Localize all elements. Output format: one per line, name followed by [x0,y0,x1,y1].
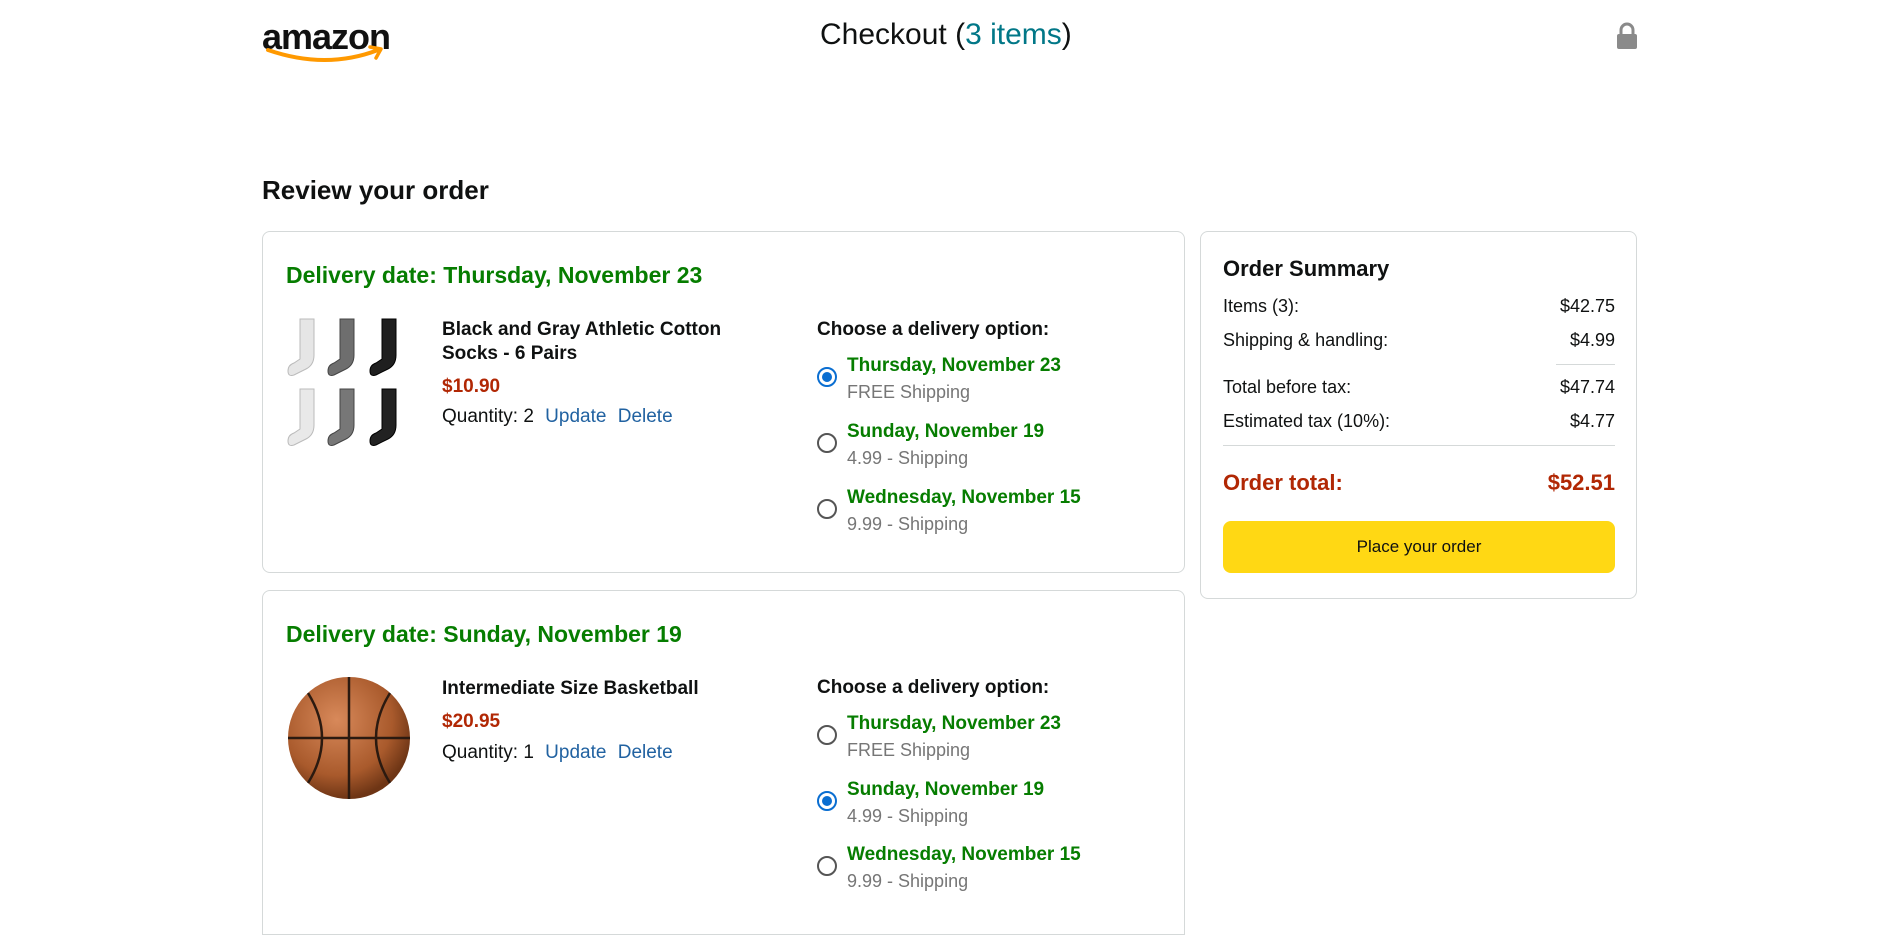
radio-button[interactable] [817,856,837,876]
shipping-value: $4.99 [1569,330,1615,350]
product-name: Intermediate Size Basketball [442,678,699,699]
option-shipping: 4.99 - Shipping [847,448,969,468]
tax-value: $4.77 [1569,411,1615,431]
checkout-title: Checkout (3 items) [820,18,1072,52]
sock-white-1 [287,318,315,376]
sock-black-2 [369,388,397,446]
items-value: $42.75 [1559,296,1615,316]
sock-gray-1 [327,318,355,376]
option-shipping: 9.99 - Shipping [847,871,969,891]
quantity-label: Quantity: 1 [442,742,534,763]
radio-button[interactable] [817,499,837,519]
amazon-logo[interactable]: amazon [262,16,391,66]
option-date: Thursday, November 23 [847,355,1062,376]
order-card: Delivery date: Sunday, November 19 Inter… [262,590,1185,935]
option-date: Wednesday, November 15 [847,844,1081,865]
summary-title: Order Summary [1223,256,1390,281]
items-count-link[interactable]: 3 items [965,18,1062,51]
delivery-date: Delivery date: Sunday, November 19 [286,621,682,647]
summary-items-row: Items (3): $42.75 [1223,296,1615,320]
before-tax-label: Total before tax: [1223,377,1352,397]
update-link[interactable]: Update [545,406,606,427]
order-total-value: $52.51 [1547,470,1615,495]
checkout-title-suffix: ) [1061,18,1072,51]
option-date: Sunday, November 19 [847,779,1045,800]
order-card: Delivery date: Thursday, November 23 Bla… [262,231,1185,573]
basketball-product-image[interactable] [286,675,412,801]
checkout-title-prefix: Checkout ( [820,18,966,51]
smile-arrow-icon [266,45,383,62]
summary-before-tax-row: Total before tax: $47.74 [1223,377,1615,401]
delete-link[interactable]: Delete [618,406,673,427]
delivery-date: Delivery date: Thursday, November 23 [286,262,703,288]
sock-black-1 [369,318,397,376]
divider [1556,364,1615,365]
radio-button[interactable] [817,433,837,453]
tax-label: Estimated tax (10%): [1223,411,1391,431]
update-link[interactable]: Update [545,742,606,763]
sock-white-2 [287,388,315,446]
quantity-row: Quantity: 1 Update Delete [442,742,673,764]
radio-button-selected[interactable] [817,791,837,811]
option-shipping: 9.99 - Shipping [847,514,969,534]
divider [1223,445,1615,446]
option-shipping: 4.99 - Shipping [847,806,969,826]
product-price: $20.95 [442,711,501,732]
quantity-label: Quantity: 2 [442,406,534,427]
product-name: Black and Gray Athletic Cotton Socks - 6… [442,319,722,364]
before-tax-value: $47.74 [1559,377,1615,397]
delivery-option[interactable]: Sunday, November 19 4.99 - Shipping [817,779,1147,829]
shipping-label: Shipping & handling: [1223,330,1389,350]
lock-icon [1617,22,1637,49]
checkout-header: amazon Checkout (3 items) [0,0,1897,80]
delivery-option[interactable]: Wednesday, November 15 9.99 - Shipping [817,487,1147,537]
quantity-row: Quantity: 2 Update Delete [442,406,673,428]
delivery-option[interactable]: Thursday, November 23 FREE Shipping [817,355,1147,405]
option-shipping: FREE Shipping [847,740,971,760]
option-date: Thursday, November 23 [847,713,1062,734]
place-order-button[interactable]: Place your order [1223,521,1615,573]
choose-delivery-label: Choose a delivery option: [817,677,1050,698]
order-summary: Order Summary Items (3): $42.75 Shipping… [1200,231,1637,599]
order-total-row: Order total: $52.51 [1223,470,1615,500]
option-date: Wednesday, November 15 [847,487,1081,508]
delivery-option[interactable]: Sunday, November 19 4.99 - Shipping [817,421,1147,471]
items-label: Items (3): [1223,296,1300,316]
product-price: $10.90 [442,376,501,397]
summary-tax-row: Estimated tax (10%): $4.77 [1223,411,1615,435]
order-total-label: Order total: [1223,470,1343,495]
option-shipping: FREE Shipping [847,382,971,402]
delivery-option[interactable]: Wednesday, November 15 9.99 - Shipping [817,844,1147,894]
page-heading: Review your order [262,175,489,205]
choose-delivery-label: Choose a delivery option: [817,319,1050,340]
option-date: Sunday, November 19 [847,421,1045,442]
radio-button-selected[interactable] [817,367,837,387]
sock-gray-2 [327,388,355,446]
summary-shipping-row: Shipping & handling: $4.99 [1223,330,1615,354]
delivery-option[interactable]: Thursday, November 23 FREE Shipping [817,713,1147,763]
delete-link[interactable]: Delete [618,742,673,763]
radio-button[interactable] [817,725,837,745]
socks-product-image[interactable] [286,317,412,457]
